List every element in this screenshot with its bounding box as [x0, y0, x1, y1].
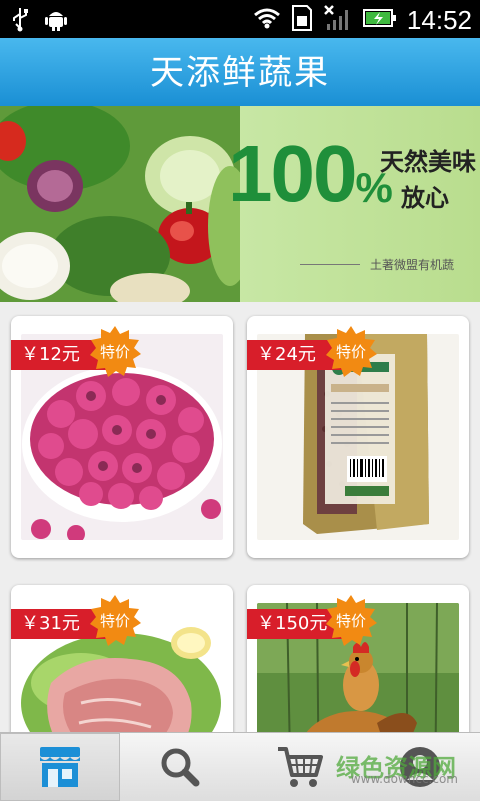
battery-charging-icon: [362, 7, 397, 33]
title-bar: 天添鲜蔬果: [0, 38, 480, 106]
search-icon: [161, 748, 200, 787]
tab-search[interactable]: [120, 733, 240, 801]
product-card[interactable]: ￥31元 特价: [11, 585, 233, 732]
sim-icon: [291, 4, 313, 36]
banner-tagline-secondary: 放心: [401, 184, 449, 212]
tab-store[interactable]: [0, 733, 120, 801]
watermark-url: www.downcc.com: [350, 772, 458, 786]
credit-divider: [300, 264, 360, 265]
wifi-icon: [253, 7, 281, 33]
special-offer-badge: 特价: [89, 326, 141, 378]
app-title: 天添鲜蔬果: [150, 53, 330, 93]
product-card[interactable]: ￥24元 特价: [247, 316, 469, 558]
credit-text: 土著微盟有机蔬: [370, 258, 455, 272]
headline-number: 100: [228, 129, 357, 218]
banner-credit: 土著微盟有机蔬: [300, 256, 454, 273]
product-card[interactable]: ￥150元 特价: [247, 585, 469, 732]
promo-banner[interactable]: 100 % 天然美味 放心 土著微盟有机蔬: [0, 106, 480, 302]
usb-icon: [10, 6, 30, 41]
special-offer-badge: 特价: [89, 595, 141, 647]
product-card[interactable]: ￥12元 特价: [11, 316, 233, 558]
special-offer-badge: 特价: [325, 326, 377, 378]
badge-label: 特价: [335, 343, 366, 361]
store-icon: [40, 747, 80, 787]
cart-icon: [278, 747, 323, 787]
banner-headline: 100 %: [228, 134, 393, 214]
badge-label: 特价: [99, 612, 130, 630]
status-bar: 14:52: [0, 0, 480, 38]
signal-icon: [323, 4, 353, 36]
badge-label: 特价: [335, 612, 366, 630]
badge-label: 特价: [99, 343, 130, 361]
vegetables-image: [0, 106, 240, 302]
banner-tagline: 天然美味: [380, 148, 476, 176]
special-offer-badge: 特价: [325, 595, 377, 647]
product-grid: ￥12元 特价 ￥24元 特价 ￥31元 特价 ￥150元 特价: [0, 302, 480, 732]
status-time: 14:52: [406, 4, 472, 35]
android-icon: [44, 6, 68, 41]
